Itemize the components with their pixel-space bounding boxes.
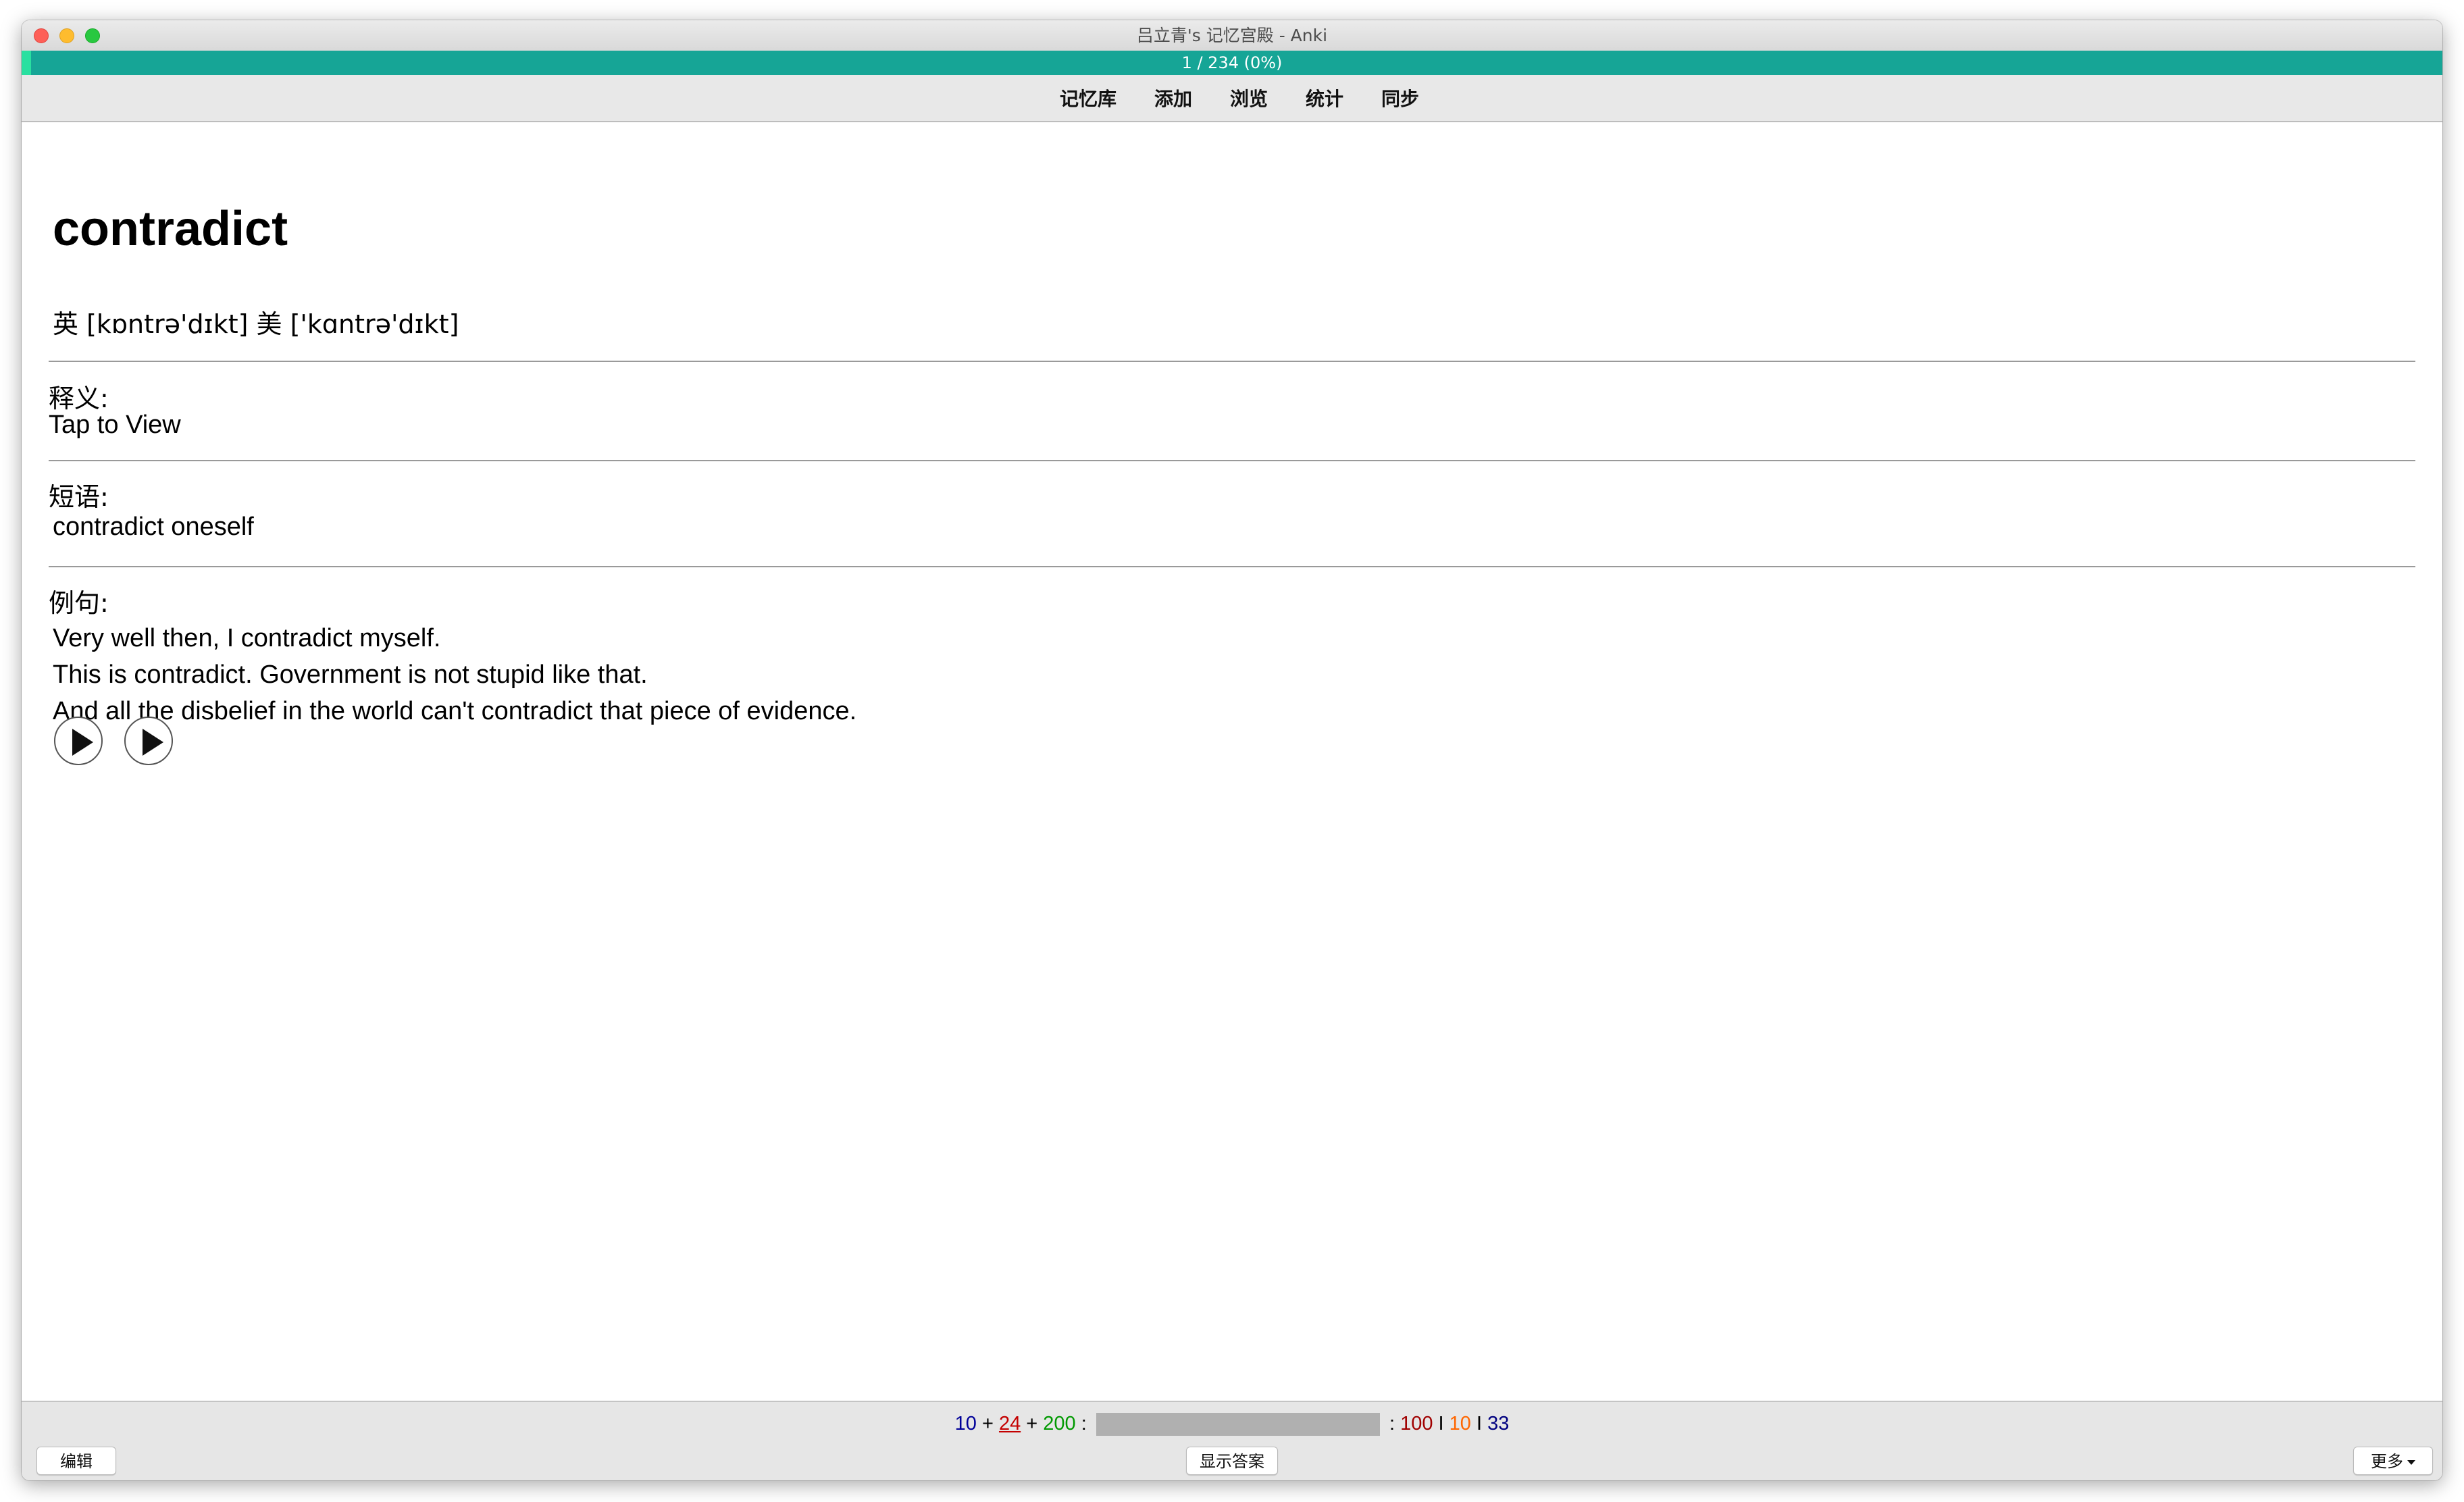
learning-count: 24	[998, 1413, 1021, 1434]
bottom-bar: 10 + 24 + 200 : : 100 I 10 I 33 编辑 显示答案 …	[22, 1401, 2442, 1480]
phrase-item: contradict oneself	[53, 513, 254, 541]
anki-window: 吕立青's 记忆宫殿 - Anki 1 / 234 (0%) 记忆库 添加 浏览…	[22, 20, 2442, 1480]
window-title: 吕立青's 记忆宫殿 - Anki	[1136, 26, 1328, 45]
more-button[interactable]: 更多	[2353, 1447, 2433, 1475]
main-toolbar: 记忆库 添加 浏览 统计 同步	[22, 75, 2442, 122]
chevron-down-icon	[2407, 1459, 2415, 1465]
toolbar-add-link[interactable]: 添加	[1154, 84, 1192, 111]
toolbar-sync-link[interactable]: 同步	[1381, 84, 1419, 111]
play-audio-button[interactable]	[54, 717, 103, 765]
card-word: contradict	[53, 202, 288, 256]
toolbar-browse-link[interactable]: 浏览	[1230, 84, 1268, 111]
phrases-label: 短语:	[49, 482, 109, 512]
review-count: 200	[1043, 1413, 1076, 1434]
play-audio-button[interactable]	[124, 717, 173, 765]
divider	[49, 460, 2415, 461]
show-answer-button[interactable]: 显示答案	[1186, 1447, 1278, 1475]
stat-count-3: 33	[1487, 1413, 1510, 1434]
example-item: Very well then, I contradict myself.	[53, 624, 441, 652]
edit-button[interactable]: 编辑	[36, 1447, 116, 1475]
progress-text: 1 / 234 (0%)	[1181, 53, 1283, 72]
due-counts: 10 + 24 + 200 : : 100 I 10 I 33	[22, 1412, 2442, 1436]
toolbar-decks-link[interactable]: 记忆库	[1060, 84, 1116, 111]
toolbar-stats-link[interactable]: 统计	[1306, 84, 1343, 111]
play-icon	[72, 729, 93, 756]
play-icon	[143, 729, 163, 756]
card-phonetic: 英 [kɒntrə'dɪkt] 美 ['kɑntrə'dɪkt]	[53, 309, 459, 339]
example-item: This is contradict. Government is not st…	[53, 661, 648, 689]
examples-label: 例句:	[49, 588, 109, 618]
stat-count-1: 100	[1400, 1413, 1433, 1434]
card-content: contradict 英 [kɒntrə'dɪkt] 美 ['kɑntrə'dɪ…	[22, 122, 2442, 1401]
definition-text[interactable]: Tap to View	[49, 407, 181, 443]
more-label: 更多	[2371, 1452, 2403, 1471]
title-bar: 吕立青's 记忆宫殿 - Anki	[22, 20, 2442, 51]
divider	[49, 566, 2415, 567]
progress-bar: 1 / 234 (0%)	[22, 51, 2442, 75]
divider	[49, 361, 2415, 362]
timer-bar	[1096, 1413, 1380, 1436]
stat-count-2: 10	[1449, 1413, 1471, 1434]
new-count: 10	[954, 1413, 977, 1434]
